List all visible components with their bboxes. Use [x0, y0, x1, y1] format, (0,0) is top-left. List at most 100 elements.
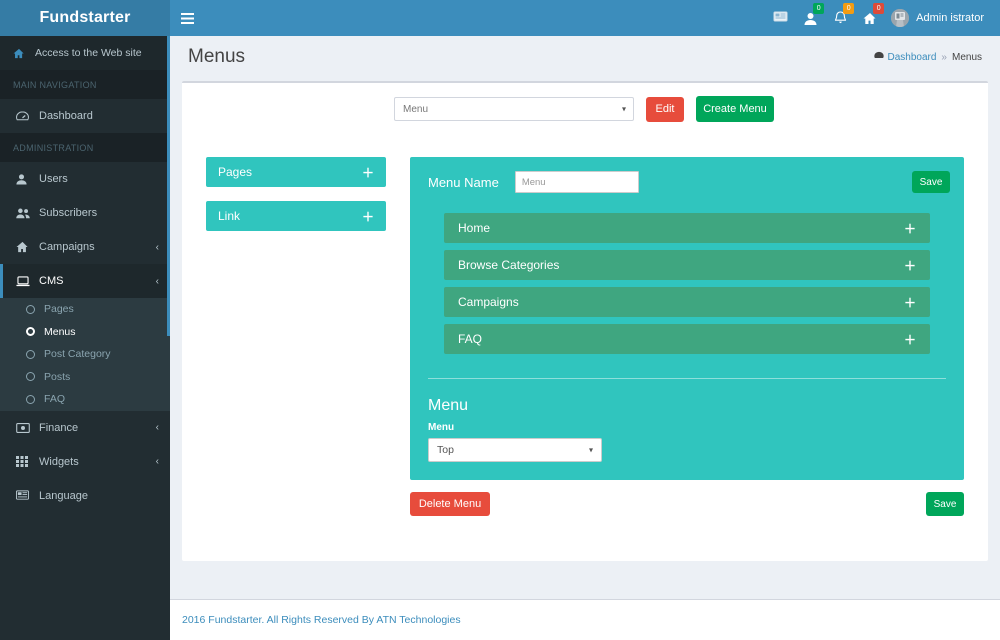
sidebar-subitem-post-category-label: Post Category: [44, 348, 111, 361]
menu-item-label: FAQ: [458, 332, 483, 346]
menu-actions: Delete Menu Save: [410, 480, 964, 516]
edit-button[interactable]: Edit: [646, 96, 684, 122]
chevron-down-icon: ▾: [621, 104, 626, 114]
hamburger-icon[interactable]: [170, 0, 204, 36]
menu-item-label: Campaigns: [458, 295, 519, 309]
create-menu-button[interactable]: Create Menu: [696, 96, 774, 122]
sidebar-item-access-web-site[interactable]: Access to the Web site: [0, 36, 170, 70]
menu-item-label: Browse Categories: [458, 258, 560, 272]
palette-panel-link[interactable]: Link ＋: [206, 201, 386, 231]
money-icon: [16, 422, 30, 433]
breadcrumb: Dashboard » Menus: [873, 51, 982, 63]
footer-text: 2016 Fundstarter. All Rights Reserved By…: [182, 614, 461, 626]
sidebar-subitem-faq[interactable]: FAQ: [0, 388, 170, 411]
save-menu-name-button[interactable]: Save: [912, 171, 950, 193]
sidebar-subitem-menus[interactable]: Menus: [0, 321, 170, 344]
sidebar-finance-label: Finance: [39, 421, 79, 434]
plus-icon[interactable]: ＋: [904, 294, 916, 311]
sidebar-item-widgets[interactable]: Widgets ‹: [0, 445, 170, 479]
home-icon: [16, 241, 30, 253]
plus-icon[interactable]: ＋: [904, 257, 916, 274]
sidebar-item-users[interactable]: Users: [0, 162, 170, 196]
menu-item[interactable]: Home ＋: [444, 213, 930, 243]
palette-panel-pages[interactable]: Pages ＋: [206, 157, 386, 187]
user-badge: 0: [813, 3, 825, 14]
admin-page: Fundstarter 0 0 0 Admin istrator Access …: [0, 0, 1000, 640]
home-badge: 0: [873, 3, 885, 14]
content-area: Menus Dashboard » Menus Menu ▾ Edit Crea…: [170, 36, 1000, 640]
sidebar-subitem-post-category[interactable]: Post Category: [0, 343, 170, 366]
sidebar-cms-label: CMS: [39, 275, 64, 287]
sidebar-item-finance[interactable]: Finance ‹: [0, 411, 170, 445]
bell-badge: 0: [843, 3, 855, 14]
plus-icon[interactable]: ＋: [904, 331, 916, 348]
menu-builder: Pages ＋ Link ＋ Menu Name Save: [182, 135, 988, 516]
menu-name-label: Menu Name: [428, 174, 499, 190]
user-name: Admin istrator: [916, 12, 984, 24]
breadcrumb-current: Menus: [951, 51, 982, 63]
sidebar: Access to the Web site MAIN NAVIGATION D…: [0, 36, 170, 640]
circle-icon: [26, 372, 35, 382]
menu-items-list: Home ＋ Browse Categories ＋ Campaigns ＋ F…: [424, 199, 950, 354]
user-menu[interactable]: Admin istrator: [885, 0, 992, 36]
circle-icon: [26, 327, 35, 337]
save-menu-button[interactable]: Save: [926, 492, 964, 516]
menu-select[interactable]: Menu ▾: [394, 97, 634, 121]
chevron-down-icon: ▾: [588, 445, 593, 455]
sidebar-campaigns-label: Campaigns: [39, 241, 95, 253]
sidebar-subscribers-label: Subscribers: [39, 207, 98, 219]
home-icon: [13, 48, 26, 59]
brand-name: Fundstarter: [39, 9, 131, 26]
delete-menu-button[interactable]: Delete Menu: [410, 492, 490, 516]
sidebar-item-dashboard[interactable]: Dashboard: [0, 99, 170, 133]
sidebar-header-main: MAIN NAVIGATION: [0, 70, 170, 99]
brand-logo[interactable]: Fundstarter: [0, 0, 170, 36]
content-header: Menus Dashboard » Menus: [170, 36, 1000, 78]
user-icon[interactable]: 0: [795, 0, 825, 36]
grid-icon: [16, 456, 30, 467]
menu-palette: Pages ＋ Link ＋: [206, 157, 386, 516]
home-icon[interactable]: 0: [855, 0, 885, 36]
navbar-right: 0 0 0 Admin istrator: [765, 0, 1000, 36]
menu-name-row: Menu Name Save: [424, 171, 950, 199]
menu-position-value: Top: [437, 444, 454, 456]
sidebar-item-cms[interactable]: CMS ‹: [0, 264, 170, 298]
sidebar-submenu-cms: Pages Menus Post Category Posts FAQ: [0, 298, 170, 411]
sidebar-subitem-menus-label: Menus: [44, 325, 76, 338]
sidebar-subitem-pages[interactable]: Pages: [0, 298, 170, 321]
menu-item-label: Home: [458, 221, 491, 235]
menu-item[interactable]: FAQ ＋: [444, 324, 930, 354]
sidebar-item-subscribers[interactable]: Subscribers: [0, 196, 170, 230]
sidebar-item-language[interactable]: Language: [0, 479, 170, 513]
plus-icon: ＋: [361, 165, 374, 180]
plus-icon[interactable]: ＋: [904, 220, 916, 237]
circle-icon: [26, 349, 35, 359]
breadcrumb-dashboard[interactable]: Dashboard: [873, 51, 937, 63]
sidebar-subitem-faq-label: FAQ: [44, 393, 66, 406]
menu-position-label: Menu: [428, 422, 455, 433]
breadcrumb-dashboard-label: Dashboard: [887, 51, 937, 63]
sidebar-item-campaigns[interactable]: Campaigns ‹: [0, 230, 170, 264]
sidebar-subitem-posts[interactable]: Posts: [0, 366, 170, 389]
flag-icon[interactable]: [765, 0, 795, 36]
menu-name-input[interactable]: [514, 171, 639, 193]
menu-panel: Menu Name Save Home ＋ Browse Categories: [410, 157, 964, 480]
sidebar-subitem-pages-label: Pages: [44, 303, 74, 316]
circle-icon: [26, 394, 35, 404]
sidebar-access-label: Access to the Web site: [35, 47, 142, 59]
sidebar-language-label: Language: [39, 489, 88, 502]
menu-item[interactable]: Browse Categories ＋: [444, 250, 930, 280]
sidebar-users-label: Users: [39, 173, 68, 185]
dashboard-icon: [873, 51, 884, 63]
bell-icon[interactable]: 0: [825, 0, 855, 36]
circle-icon: [26, 304, 35, 314]
menu-item[interactable]: Campaigns ＋: [444, 287, 930, 317]
menu-toolbar: Menu ▾ Edit Create Menu: [182, 83, 988, 135]
menu-editor: Menu Name Save Home ＋ Browse Categories: [410, 157, 964, 516]
menu-position-select[interactable]: Top ▾: [428, 438, 602, 462]
laptop-icon: [16, 275, 30, 287]
chevron-left-icon: ‹: [155, 422, 159, 433]
menus-box: Menu ▾ Edit Create Menu Pages ＋ Link ＋ M…: [182, 81, 988, 561]
dashboard-icon: [16, 110, 30, 122]
sidebar-subitem-posts-label: Posts: [44, 370, 71, 383]
